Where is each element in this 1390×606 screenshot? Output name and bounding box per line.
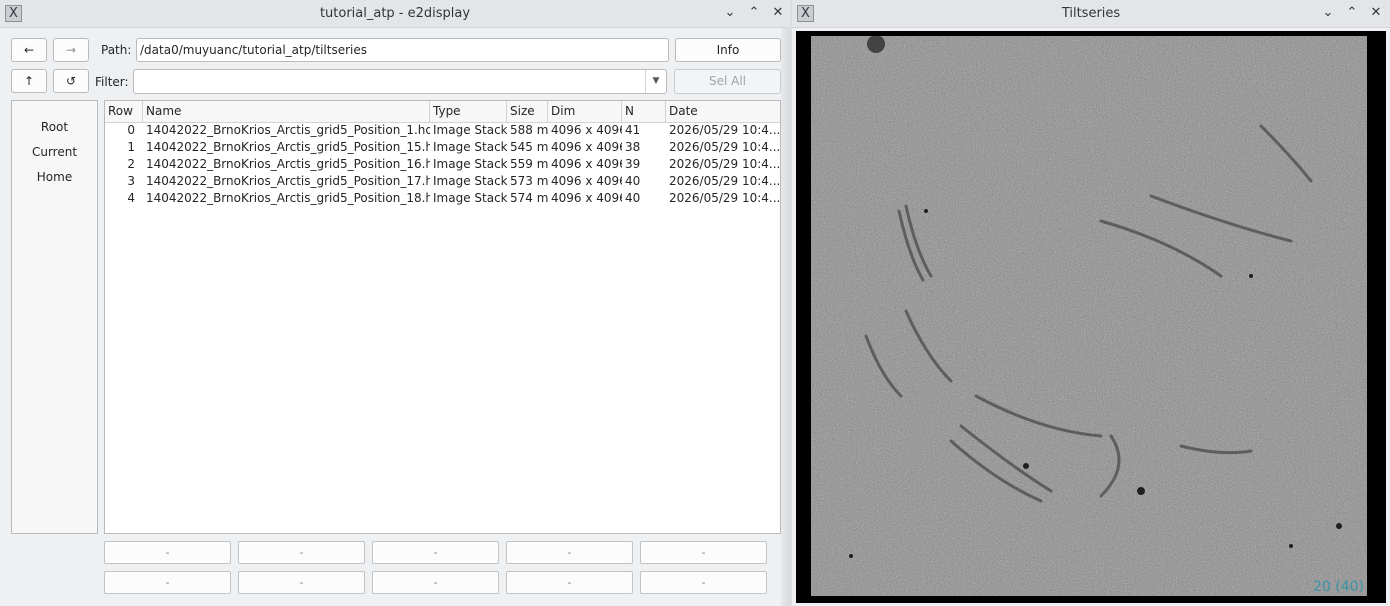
title-bar[interactable]: X Tiltseries ⌄ ⌃ ✕ bbox=[792, 0, 1390, 28]
table-row[interactable]: 0 14042022_BrnoKrios_Arctis_grid5_Positi… bbox=[105, 122, 780, 139]
window-edge-shadow bbox=[781, 28, 790, 606]
e2display-window: X tutorial_atp - e2display ⌄ ⌃ ✕ ← → Pat… bbox=[0, 0, 790, 606]
column-header-type[interactable]: Type bbox=[430, 101, 507, 122]
nav-home[interactable]: Home bbox=[12, 165, 97, 190]
table-row[interactable]: 3 14042022_BrnoKrios_Arctis_grid5_Positi… bbox=[105, 173, 780, 190]
cell-name: 14042022_BrnoKrios_Arctis_grid5_Position… bbox=[146, 191, 430, 205]
cell-size: 559 m bbox=[510, 157, 548, 171]
nav-panel: Root Current Home bbox=[11, 100, 98, 534]
title-bar[interactable]: X tutorial_atp - e2display ⌄ ⌃ ✕ bbox=[0, 0, 790, 28]
table-row[interactable]: 1 14042022_BrnoKrios_Arctis_grid5_Positi… bbox=[105, 139, 780, 156]
cell-row: 3 bbox=[127, 174, 135, 188]
minimize-button[interactable]: ⌄ bbox=[1319, 4, 1337, 22]
cell-row: 2 bbox=[127, 157, 135, 171]
table-row[interactable]: 4 14042022_BrnoKrios_Arctis_grid5_Positi… bbox=[105, 190, 780, 207]
cell-dim: 4096 x 4096 bbox=[551, 123, 622, 137]
table-row[interactable]: 2 14042022_BrnoKrios_Arctis_grid5_Positi… bbox=[105, 156, 780, 173]
cell-type: Image Stack bbox=[433, 174, 507, 188]
cell-n: 40 bbox=[625, 191, 641, 205]
action-button[interactable]: - bbox=[640, 571, 767, 594]
cell-type: Image Stack bbox=[433, 157, 507, 171]
close-button[interactable]: ✕ bbox=[769, 4, 787, 22]
file-table: Row Name Type Size Dim N Date 0 14042022… bbox=[104, 100, 781, 534]
column-header-date[interactable]: Date bbox=[666, 101, 780, 122]
nav-root[interactable]: Root bbox=[12, 115, 97, 140]
cell-n: 38 bbox=[625, 140, 641, 154]
tilt-image[interactable] bbox=[811, 36, 1367, 596]
cell-size: 574 m bbox=[510, 191, 548, 205]
cell-row: 1 bbox=[127, 140, 135, 154]
maximize-button[interactable]: ⌃ bbox=[1343, 4, 1361, 22]
column-header-name[interactable]: Name bbox=[143, 101, 430, 122]
up-button[interactable]: ↑ bbox=[11, 69, 47, 93]
cell-n: 39 bbox=[625, 157, 641, 171]
minimize-button[interactable]: ⌄ bbox=[721, 4, 739, 22]
cell-name: 14042022_BrnoKrios_Arctis_grid5_Position… bbox=[146, 157, 430, 171]
action-button[interactable]: - bbox=[372, 541, 499, 564]
filter-combobox[interactable]: ▼ bbox=[133, 69, 667, 94]
back-button[interactable]: ← bbox=[11, 38, 47, 62]
cell-n: 41 bbox=[625, 123, 641, 137]
action-button[interactable]: - bbox=[104, 571, 231, 594]
column-header-dim[interactable]: Dim bbox=[548, 101, 622, 122]
cell-dim: 4096 x 4096 bbox=[551, 174, 622, 188]
maximize-button[interactable]: ⌃ bbox=[745, 4, 763, 22]
action-button[interactable]: - bbox=[104, 541, 231, 564]
window-title: Tiltseries bbox=[1061, 6, 1121, 21]
cell-dim: 4096 x 4096 bbox=[551, 140, 622, 154]
path-input[interactable]: /data0/muyuanc/tutorial_atp/tiltseries bbox=[136, 38, 669, 62]
dropdown-arrow-icon[interactable]: ▼ bbox=[645, 70, 666, 93]
nav-current[interactable]: Current bbox=[12, 140, 97, 165]
cell-row: 0 bbox=[127, 123, 135, 137]
info-button[interactable]: Info bbox=[675, 38, 781, 62]
tiltseries-window: X Tiltseries ⌄ ⌃ ✕ 20 (40) bbox=[792, 0, 1390, 606]
cell-date: 2026/05/29 10:4... bbox=[669, 140, 781, 154]
action-button[interactable]: - bbox=[640, 541, 767, 564]
filter-label: Filter: bbox=[95, 75, 129, 89]
cell-date: 2026/05/29 10:4... bbox=[669, 191, 781, 205]
cell-date: 2026/05/29 10:4... bbox=[669, 123, 781, 137]
column-header-row[interactable]: Row bbox=[105, 101, 143, 122]
cell-date: 2026/05/29 10:4... bbox=[669, 157, 781, 171]
cell-n: 40 bbox=[625, 174, 641, 188]
path-label: Path: bbox=[101, 43, 132, 57]
cell-size: 545 m bbox=[510, 140, 548, 154]
window-title: tutorial_atp - e2display bbox=[319, 6, 471, 21]
cell-name: 14042022_BrnoKrios_Arctis_grid5_Position… bbox=[146, 174, 430, 188]
cell-date: 2026/05/29 10:4... bbox=[669, 174, 781, 188]
cell-size: 588 m bbox=[510, 123, 548, 137]
cell-size: 573 m bbox=[510, 174, 548, 188]
select-all-button[interactable]: Sel All bbox=[674, 69, 781, 94]
micrograph-image bbox=[811, 36, 1367, 596]
frame-counter: 20 (40) bbox=[1312, 579, 1364, 595]
table-header: Row Name Type Size Dim N Date bbox=[105, 101, 780, 123]
cell-row: 4 bbox=[127, 191, 135, 205]
cell-name: 14042022_BrnoKrios_Arctis_grid5_Position… bbox=[146, 140, 430, 154]
action-button[interactable]: - bbox=[372, 571, 499, 594]
refresh-button[interactable]: ↺ bbox=[53, 69, 89, 93]
cell-name: 14042022_BrnoKrios_Arctis_grid5_Position… bbox=[146, 123, 430, 137]
action-button[interactable]: - bbox=[238, 541, 365, 564]
column-header-size[interactable]: Size bbox=[507, 101, 548, 122]
cell-dim: 4096 x 4096 bbox=[551, 157, 622, 171]
forward-button[interactable]: → bbox=[53, 38, 89, 62]
column-header-n[interactable]: N bbox=[622, 101, 666, 122]
cell-type: Image Stack bbox=[433, 123, 507, 137]
action-button[interactable]: - bbox=[238, 571, 365, 594]
cell-type: Image Stack bbox=[433, 191, 507, 205]
cell-type: Image Stack bbox=[433, 140, 507, 154]
action-button[interactable]: - bbox=[506, 541, 633, 564]
cell-dim: 4096 x 4096 bbox=[551, 191, 622, 205]
image-canvas[interactable]: 20 (40) bbox=[796, 31, 1386, 603]
action-button[interactable]: - bbox=[506, 571, 633, 594]
close-button[interactable]: ✕ bbox=[1367, 4, 1385, 22]
